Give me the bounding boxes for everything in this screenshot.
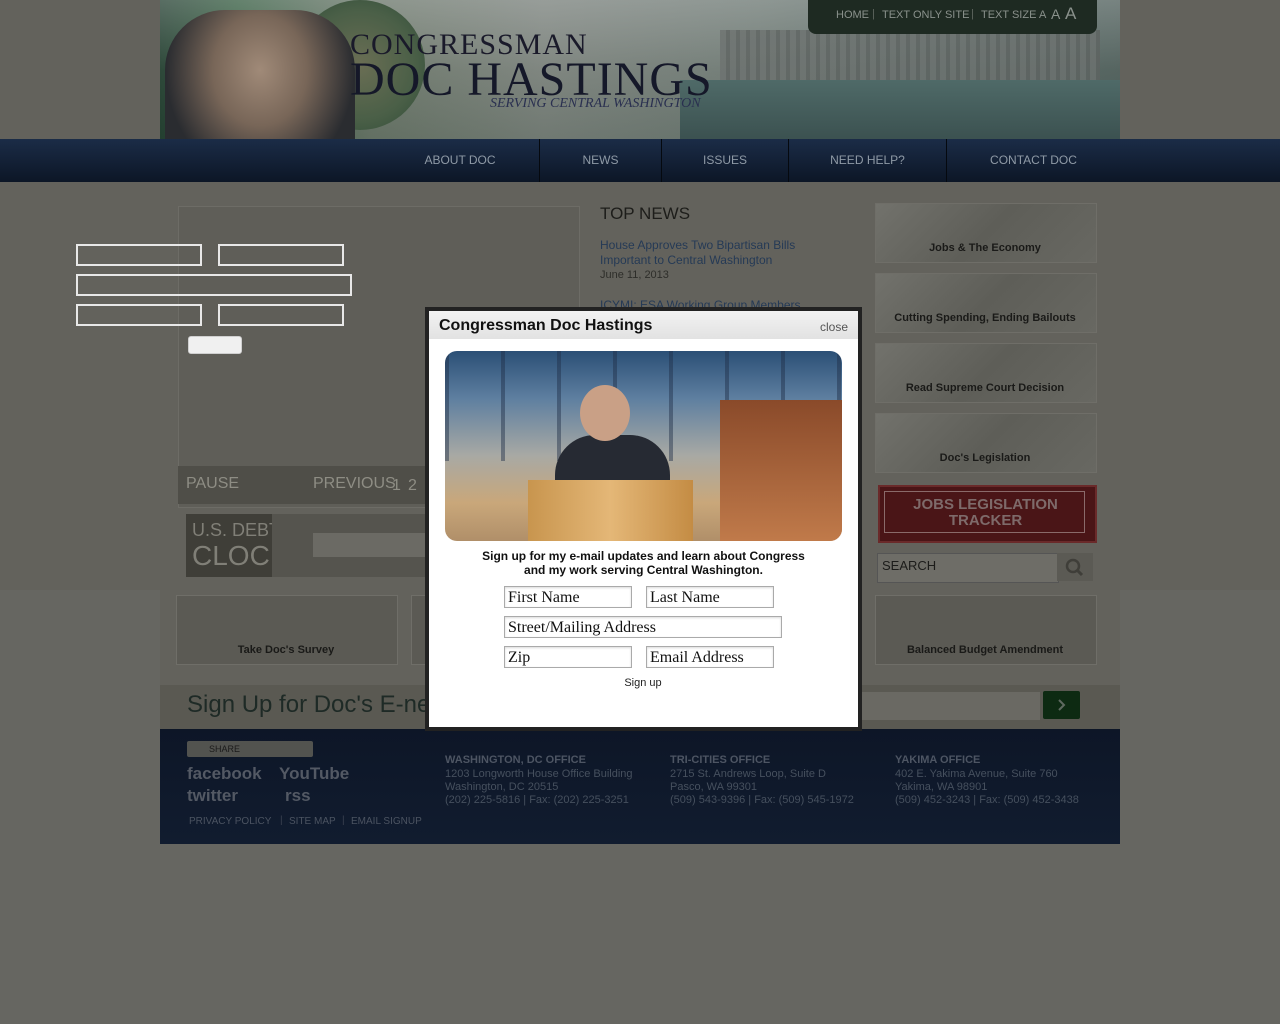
modal-copy-cont: and my work serving Central Washington. (524, 563, 763, 577)
nav-need-help[interactable]: NEED HELP? (789, 139, 946, 182)
debt-clock-counter (313, 533, 433, 557)
facebook-link[interactable]: facebook (187, 764, 262, 784)
util-home-link[interactable]: HOME (836, 9, 869, 21)
tile-cutting-spending[interactable] (875, 273, 1097, 333)
tile-label: Cutting Spending, Ending Bailouts (894, 312, 1076, 324)
enews-submit-button[interactable] (1043, 691, 1080, 719)
zip-field[interactable]: Zip (504, 646, 632, 668)
email-field[interactable]: Email Address (646, 646, 774, 668)
text-size-small-button[interactable]: A (1039, 9, 1046, 21)
office-yakima-city: Yakima, WA 98901 (895, 781, 988, 793)
ghost-submit-button[interactable] (188, 336, 242, 354)
first-name-field[interactable]: First Name (504, 586, 632, 608)
office-tricities-title: TRI-CITIES OFFICE (670, 754, 771, 766)
footer-privacy-link[interactable]: PRIVACY POLICY (189, 816, 271, 827)
debt-clock-label-top: U.S. DEBT (192, 520, 281, 540)
footer-email-signup-link[interactable]: EMAIL SIGNUP (351, 816, 422, 827)
signup-submit-button[interactable]: Sign up (610, 677, 676, 689)
util-separator: | (872, 8, 875, 20)
ghost-zip-field[interactable] (76, 304, 202, 326)
address-field[interactable]: Street/Mailing Address (504, 616, 782, 638)
nav-news[interactable]: NEWS (540, 139, 661, 182)
tile-label: Read Supreme Court Decision (905, 382, 1065, 394)
slider-page-1[interactable]: 1 (392, 477, 401, 495)
modal-close-link[interactable]: close (820, 320, 848, 334)
ghost-last-name-field[interactable] (218, 244, 344, 266)
photo-podium (528, 480, 693, 541)
text-size-large-button[interactable]: A (1065, 4, 1076, 24)
office-dc-address: 1203 Longworth House Office Building (445, 768, 633, 780)
nav-issues[interactable]: ISSUES (662, 139, 788, 182)
text-size-medium-button[interactable]: A (1051, 6, 1060, 22)
tile-label: Doc's Legislation (939, 452, 1031, 464)
photo-wall (720, 400, 842, 541)
tile-docs-legislation[interactable] (875, 413, 1097, 473)
footer-separator: | (280, 815, 283, 826)
enews-email-input[interactable] (860, 692, 1040, 720)
last-name-field[interactable]: Last Name (646, 586, 774, 608)
ghost-email-field[interactable] (218, 304, 344, 326)
page-margin-right (1120, 0, 1280, 590)
footer-sitemap-link[interactable]: SITE MAP (289, 816, 336, 827)
news-item-date: June 11, 2013 (600, 269, 669, 281)
footer-separator: | (342, 815, 345, 826)
modal-copy: Sign up for my e-mail updates and learn … (482, 549, 805, 563)
office-tricities-phone: (509) 543-9396 | Fax: (509) 545-1972 (670, 794, 854, 806)
search-placeholder: SEARCH (882, 558, 937, 573)
slider-pause-button[interactable]: PAUSE (186, 475, 239, 493)
youtube-link[interactable]: YouTube (279, 764, 349, 784)
slider-page-2[interactable]: 2 (408, 477, 417, 495)
jobs-tracker-label: JOBS LEGISLATION (913, 496, 1058, 513)
office-tricities-address: 2715 St. Andrews Loop, Suite D (670, 768, 826, 780)
nav-about-doc[interactable]: ABOUT DOC (380, 139, 540, 182)
enews-heading: Sign Up for Doc's E-new (187, 691, 448, 718)
top-news-heading: TOP NEWS (600, 204, 691, 223)
office-dc-city: Washington, DC 20515 (445, 781, 559, 793)
tile-label: Balanced Budget Amendment (906, 644, 1064, 656)
share-label: SHARE (209, 744, 241, 754)
twitter-link[interactable]: twitter (187, 786, 238, 806)
news-item-title[interactable]: House Approves Two Bipartisan Bills (600, 238, 795, 253)
jobs-tracker-label-cont: TRACKER (948, 512, 1023, 529)
util-text-size-label: TEXT SIZE (981, 9, 1037, 21)
slider-previous-button[interactable]: PREVIOUS (313, 475, 396, 493)
ghost-first-name-field[interactable] (76, 244, 202, 266)
office-tricities-city: Pasco, WA 99301 (670, 781, 758, 793)
util-separator: | (971, 8, 974, 20)
modal-title: Congressman Doc Hastings (439, 317, 653, 334)
office-yakima-address: 402 E. Yakima Avenue, Suite 760 (895, 768, 1058, 780)
office-yakima-title: YAKIMA OFFICE (895, 754, 981, 766)
tile-supreme-court[interactable] (875, 343, 1097, 403)
office-yakima-phone: (509) 452-3243 | Fax: (509) 452-3438 (895, 794, 1079, 806)
search-button[interactable] (1057, 553, 1093, 581)
rss-link[interactable]: rss (285, 786, 311, 806)
site-tagline: SERVING CENTRAL WASHINGTON (490, 96, 701, 111)
office-dc-phone: (202) 225-5816 | Fax: (202) 225-3251 (445, 794, 629, 806)
nav-contact-doc[interactable]: CONTACT DOC (947, 139, 1120, 182)
tile-label: Take Doc's Survey (237, 644, 335, 656)
ghost-address-field[interactable] (76, 274, 352, 296)
photo-speaker-head (580, 385, 630, 441)
search-icon (1065, 558, 1084, 577)
tile-jobs-economy[interactable] (875, 203, 1097, 263)
share-button[interactable] (187, 741, 313, 757)
tile-label: Jobs & The Economy (929, 242, 1041, 254)
header-river-image (680, 80, 1120, 140)
office-dc-title: WASHINGTON, DC OFFICE (445, 754, 586, 766)
news-item-title-cont[interactable]: Important to Central Washington (600, 253, 772, 268)
util-text-only-link[interactable]: TEXT ONLY SITE (882, 9, 969, 21)
chevron-right-icon (1058, 699, 1066, 711)
